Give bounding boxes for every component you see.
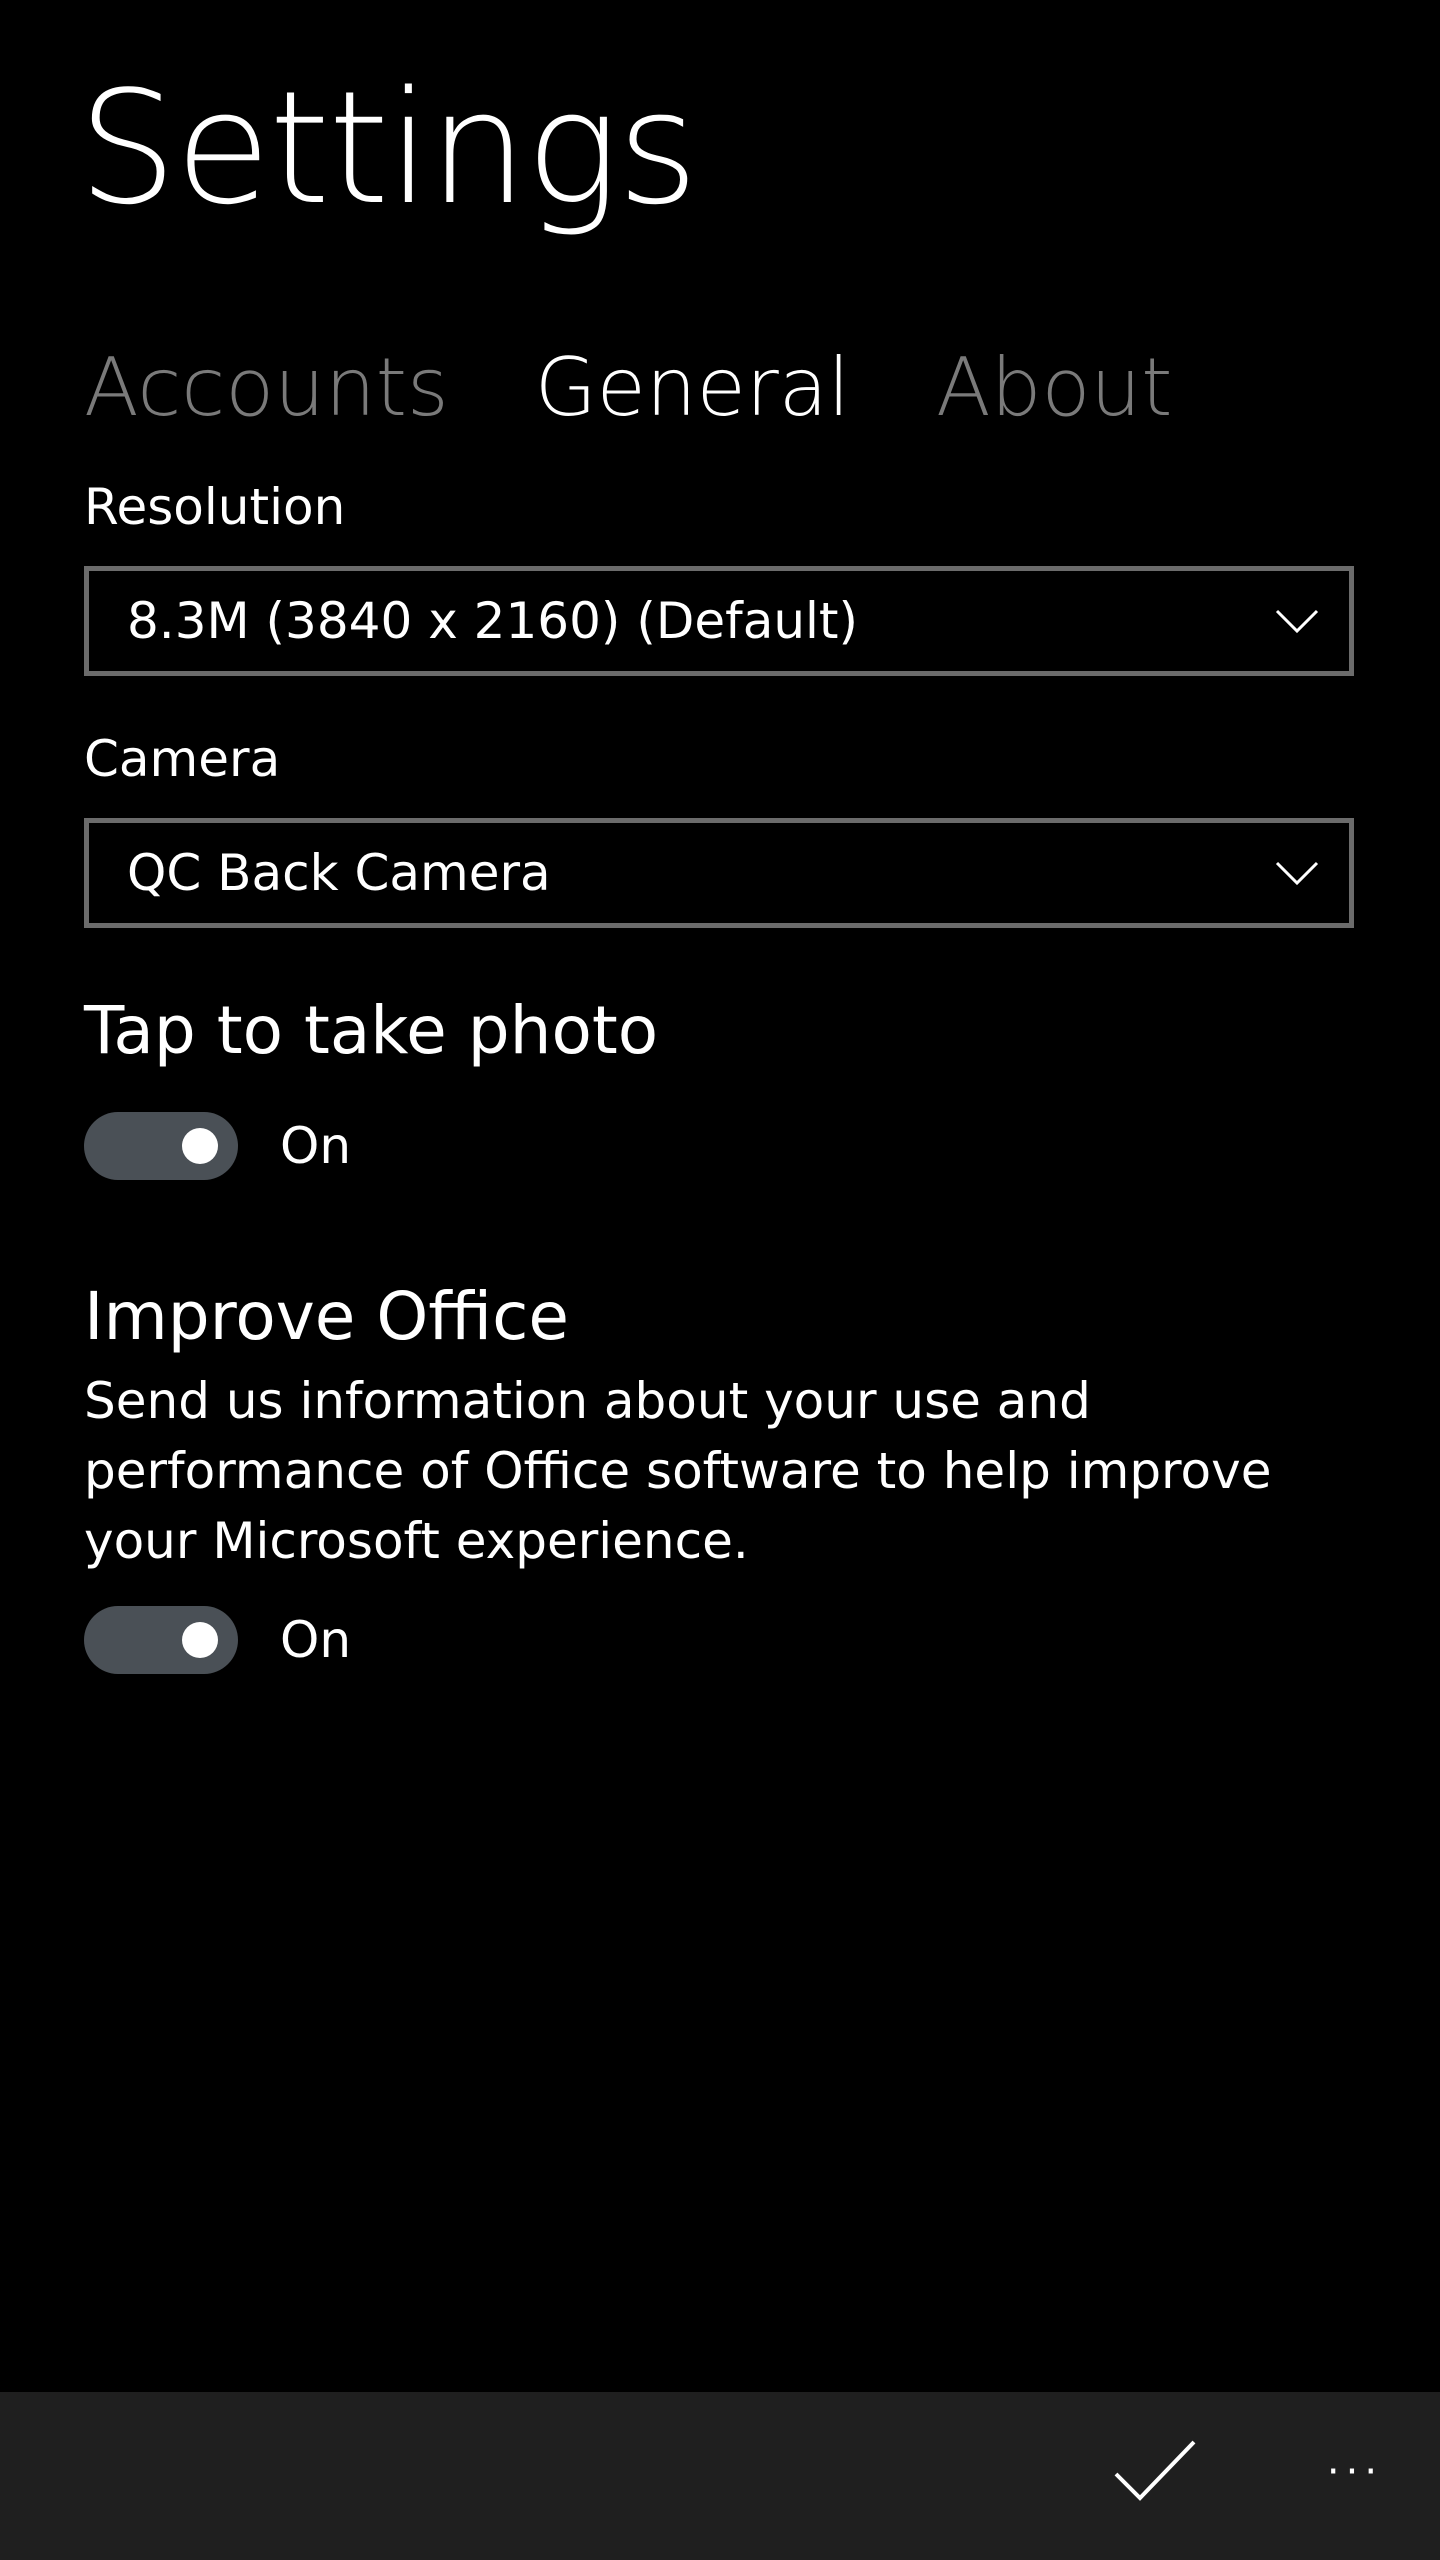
toggle-knob — [182, 1128, 218, 1164]
improve-office-row: On — [84, 1606, 351, 1674]
chevron-down-icon — [1275, 609, 1319, 634]
tap-to-take-photo-row: On — [84, 1112, 351, 1180]
camera-label: Camera — [84, 730, 281, 788]
resolution-dropdown[interactable]: 8.3M (3840 x 2160) (Default) — [84, 566, 1354, 676]
tab-accounts[interactable]: Accounts — [84, 348, 449, 428]
confirm-button[interactable] — [1110, 2432, 1200, 2512]
resolution-value: 8.3M (3840 x 2160) (Default) — [127, 592, 859, 650]
camera-value: QC Back Camera — [127, 844, 551, 902]
tap-to-take-photo-header: Tap to take photo — [84, 992, 659, 1069]
more-button[interactable]: ··· — [1320, 2432, 1390, 2512]
app-bar: ··· — [0, 2392, 1440, 2560]
pivot-tabs: Accounts General About — [84, 338, 1259, 438]
improve-office-header: Improve Office — [84, 1278, 570, 1355]
improve-office-description: Send us information about your use and p… — [84, 1372, 1272, 1570]
tap-to-take-photo-state: On — [280, 1117, 352, 1175]
more-icon: ··· — [1326, 2449, 1384, 2495]
improve-office-toggle[interactable] — [84, 1606, 238, 1674]
camera-dropdown[interactable]: QC Back Camera — [84, 818, 1354, 928]
page-title: Settings — [78, 57, 698, 239]
tab-about[interactable]: About — [936, 348, 1173, 428]
improve-office-state: On — [280, 1611, 352, 1669]
tab-general[interactable]: General — [535, 348, 850, 428]
tap-to-take-photo-toggle[interactable] — [84, 1112, 238, 1180]
chevron-down-icon — [1275, 861, 1319, 886]
toggle-knob — [182, 1622, 218, 1658]
resolution-label: Resolution — [84, 478, 346, 536]
checkmark-icon — [1114, 2440, 1196, 2501]
